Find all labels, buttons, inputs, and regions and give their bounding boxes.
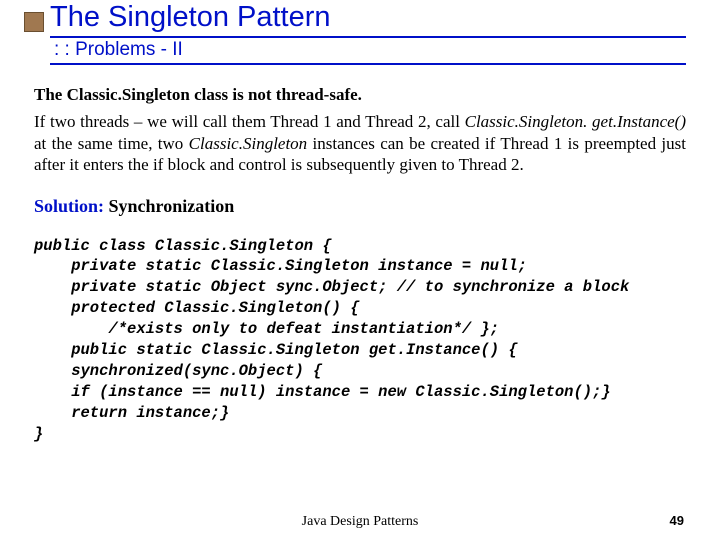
para-text-b: at the same time, two — [34, 134, 189, 153]
para-lead: The Classic.Singleton class is not threa… — [34, 84, 686, 105]
solution-heading: Solution: Synchronization — [34, 195, 686, 218]
accent-square-icon — [24, 12, 44, 32]
solution-value: Synchronization — [104, 196, 234, 216]
code-block: public class Classic.Singleton { private… — [34, 236, 686, 445]
slide-body: The Classic.Singleton class is not threa… — [34, 84, 686, 445]
para-code-2: Classic.Singleton — [189, 134, 308, 153]
slide-title: The Singleton Pattern — [50, 1, 331, 34]
slide-subtitle: : : Problems - II — [54, 39, 183, 60]
para-code-1: Classic.Singleton. get.Instance() — [465, 112, 686, 131]
footer-text: Java Design Patterns — [0, 514, 720, 530]
page-number: 49 — [670, 513, 684, 528]
slide: The Singleton Pattern : : Problems - II … — [0, 0, 720, 540]
para-text-a: If two threads – we will call them Threa… — [34, 112, 465, 131]
solution-label: Solution: — [34, 196, 104, 216]
subtitle-bar: : : Problems - II — [50, 36, 686, 65]
para-lead-text: The Classic.Singleton class is not threa… — [34, 85, 362, 104]
para-main: If two threads – we will call them Threa… — [34, 111, 686, 175]
